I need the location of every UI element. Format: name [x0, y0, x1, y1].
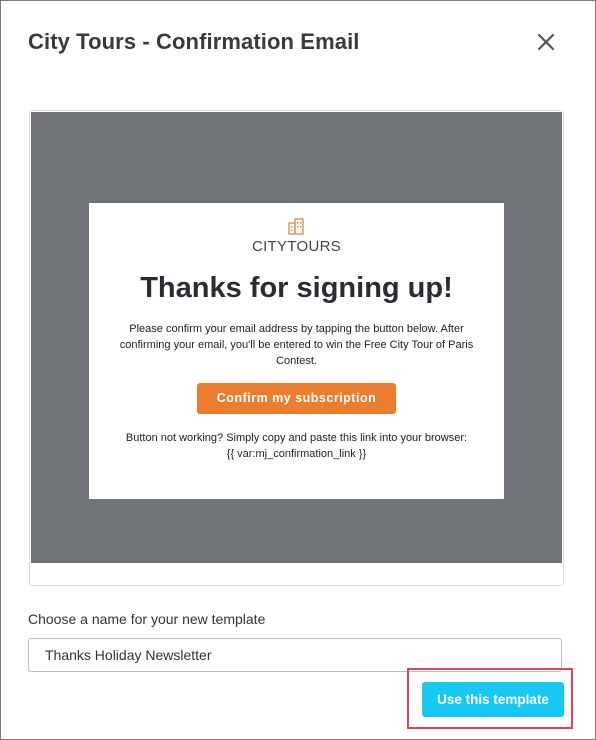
- logo-text: CITYTOURS: [251, 238, 342, 255]
- template-name-input[interactable]: [28, 638, 562, 672]
- template-preview: CITYTOURS Thanks for signing up! Please …: [29, 110, 564, 586]
- use-template-button[interactable]: Use this template: [422, 682, 564, 717]
- modal-dialog: City Tours - Confirmation Email CITYTOUR…: [0, 0, 596, 740]
- email-card: CITYTOURS Thanks for signing up! Please …: [89, 203, 504, 499]
- email-preview-background: CITYTOURS Thanks for signing up! Please …: [31, 112, 562, 563]
- building-icon: [287, 217, 305, 235]
- close-icon[interactable]: [533, 29, 559, 55]
- modal-title: City Tours - Confirmation Email: [28, 29, 360, 54]
- fallback-text: Button not working? Simply copy and past…: [109, 430, 484, 462]
- email-heading: Thanks for signing up!: [140, 272, 453, 304]
- template-name-label: Choose a name for your new template: [28, 611, 266, 627]
- email-body-text: Please confirm your email address by tap…: [119, 323, 474, 367]
- confirm-subscription-button[interactable]: Confirm my subscription: [197, 383, 396, 414]
- fallback-instruction: Button not working? Simply copy and past…: [125, 432, 468, 444]
- confirmation-link-variable: {{ var:mj_confirmation_link }}: [226, 448, 367, 460]
